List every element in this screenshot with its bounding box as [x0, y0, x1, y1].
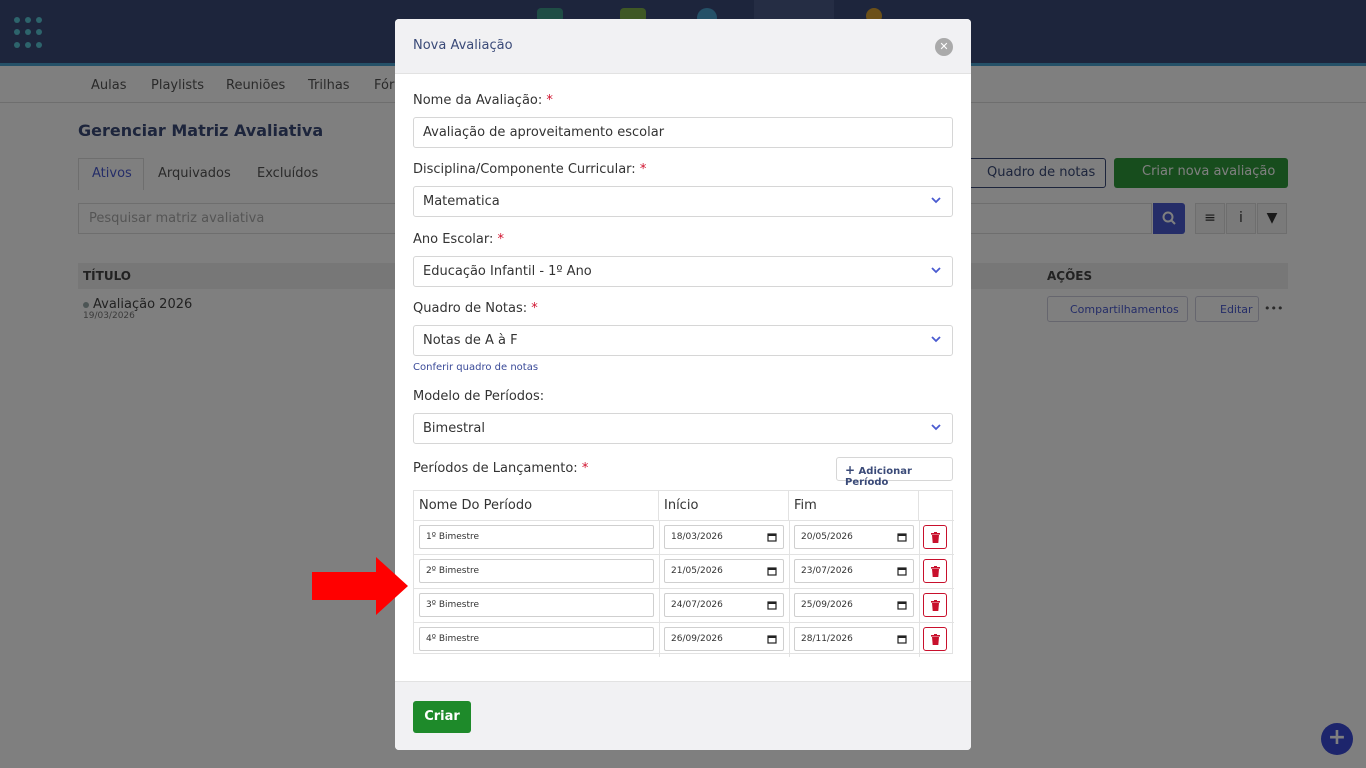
- chevron-down-icon: [930, 333, 942, 345]
- ano-escolar-value: Educação Infantil - 1º Ano: [423, 264, 592, 279]
- disciplina-label: Disciplina/Componente Curricular: *: [413, 162, 646, 177]
- modal-title: Nova Avaliação: [413, 38, 513, 53]
- adicionar-periodo-label: Adicionar Período: [845, 466, 912, 488]
- periodo-fim-value: 20/05/2026: [801, 532, 853, 542]
- periodo-inicio-value: 24/07/2026: [671, 600, 723, 610]
- column-header-fim: Fim: [789, 491, 919, 521]
- periodo-inicio-date[interactable]: 18/03/2026: [664, 525, 784, 549]
- column-header-nome: Nome Do Período: [414, 491, 659, 521]
- calendar-icon[interactable]: [767, 634, 777, 647]
- required-mark: *: [497, 232, 505, 247]
- periodo-row: 1º Bimestre 18/03/2026 20/05/2026: [414, 521, 954, 555]
- criar-button[interactable]: Criar: [413, 701, 471, 733]
- ano-escolar-label: Ano Escolar: *: [413, 232, 504, 247]
- modelo-periodos-value: Bimestral: [423, 421, 485, 436]
- calendar-icon[interactable]: [767, 600, 777, 613]
- periodo-fim-date[interactable]: 25/09/2026: [794, 593, 914, 617]
- nome-avaliacao-input[interactable]: Avaliação de aproveitamento escolar: [413, 117, 953, 148]
- required-mark: *: [581, 461, 589, 476]
- plus-icon: +: [845, 463, 856, 477]
- periodo-fim-date[interactable]: 23/07/2026: [794, 559, 914, 583]
- periodo-inicio-date[interactable]: 26/09/2026: [664, 627, 784, 651]
- nome-label: Nome da Avaliação: *: [413, 93, 553, 108]
- nome-avaliacao-value: Avaliação de aproveitamento escolar: [423, 125, 665, 140]
- chevron-down-icon: [930, 421, 942, 433]
- calendar-icon[interactable]: [897, 634, 907, 647]
- periodo-inicio-value: 18/03/2026: [671, 532, 723, 542]
- periodo-nome-value: 1º Bimestre: [426, 532, 480, 542]
- disciplina-value: Matematica: [423, 194, 500, 209]
- calendar-icon[interactable]: [897, 566, 907, 579]
- periodo-inicio-date[interactable]: 21/05/2026: [664, 559, 784, 583]
- annotation-arrow-icon: [312, 557, 408, 615]
- quadro-notas-value: Notas de A à F: [423, 333, 518, 348]
- modelo-periodos-select[interactable]: Bimestral: [413, 413, 953, 444]
- quadro-label-text: Quadro de Notas:: [413, 301, 528, 316]
- quadro-notas-select[interactable]: Notas de A à F: [413, 325, 953, 356]
- periodo-nome-input[interactable]: 4º Bimestre: [419, 627, 654, 651]
- delete-periodo-button[interactable]: [923, 627, 947, 651]
- column-header-actions: [919, 491, 954, 521]
- calendar-icon[interactable]: [897, 532, 907, 545]
- column-header-inicio: Início: [659, 491, 789, 521]
- calendar-icon[interactable]: [767, 532, 777, 545]
- periodo-inicio-value: 21/05/2026: [671, 566, 723, 576]
- quadro-notas-label: Quadro de Notas: *: [413, 301, 538, 316]
- periodo-nome-value: 2º Bimestre: [426, 566, 480, 576]
- periodo-nome-value: 3º Bimestre: [426, 600, 480, 610]
- periodos-label-text: Períodos de Lançamento:: [413, 461, 578, 476]
- chevron-down-icon: [930, 194, 942, 206]
- delete-periodo-button[interactable]: [923, 593, 947, 617]
- periodos-lancamento-label: Períodos de Lançamento: *: [413, 461, 588, 476]
- periodo-inicio-date[interactable]: 24/07/2026: [664, 593, 784, 617]
- modal-footer: Criar: [395, 681, 971, 750]
- required-mark: *: [546, 93, 553, 108]
- disciplina-label-text: Disciplina/Componente Curricular:: [413, 162, 636, 177]
- calendar-icon[interactable]: [767, 566, 777, 579]
- delete-periodo-button[interactable]: [923, 525, 947, 549]
- required-mark: *: [531, 301, 538, 316]
- periodo-fim-date[interactable]: 20/05/2026: [794, 525, 914, 549]
- trash-icon: [931, 600, 940, 611]
- periodos-table: Nome Do Período Início Fim 1º Bimestre 1…: [413, 490, 954, 657]
- conferir-quadro-link[interactable]: Conferir quadro de notas: [413, 362, 538, 373]
- periodo-nome-input[interactable]: 2º Bimestre: [419, 559, 654, 583]
- required-mark: *: [639, 162, 647, 177]
- delete-periodo-button[interactable]: [923, 559, 947, 583]
- disciplina-select[interactable]: Matematica: [413, 186, 953, 217]
- ano-escolar-select[interactable]: Educação Infantil - 1º Ano: [413, 256, 953, 287]
- periodo-row: 2º Bimestre 21/05/2026 23/07/2026: [414, 555, 954, 589]
- adicionar-periodo-button[interactable]: + Adicionar Período: [836, 457, 953, 488]
- periodo-fim-value: 23/07/2026: [801, 566, 853, 576]
- nova-avaliacao-modal: Nova Avaliação ✕ Nome da Avaliação: * Av…: [395, 19, 971, 750]
- periodo-nome-value: 4º Bimestre: [426, 634, 480, 644]
- periodo-row: 4º Bimestre 26/09/2026 28/11/2026: [414, 623, 954, 657]
- modelo-periodos-label: Modelo de Períodos:: [413, 389, 545, 404]
- ano-label-text: Ano Escolar:: [413, 232, 494, 247]
- close-icon[interactable]: ✕: [935, 38, 953, 56]
- periodo-row: 3º Bimestre 24/07/2026 25/09/2026: [414, 589, 954, 623]
- periodo-nome-input[interactable]: 1º Bimestre: [419, 525, 654, 549]
- nome-label-text: Nome da Avaliação:: [413, 93, 543, 108]
- periodo-fim-value: 28/11/2026: [801, 634, 853, 644]
- trash-icon: [931, 566, 940, 577]
- modal-header: Nova Avaliação ✕: [395, 19, 971, 74]
- trash-icon: [931, 532, 940, 543]
- calendar-icon[interactable]: [897, 600, 907, 613]
- periodo-fim-date[interactable]: 28/11/2026: [794, 627, 914, 651]
- chevron-down-icon: [930, 264, 942, 276]
- periodo-nome-input[interactable]: 3º Bimestre: [419, 593, 654, 617]
- periodo-fim-value: 25/09/2026: [801, 600, 853, 610]
- periodo-inicio-value: 26/09/2026: [671, 634, 723, 644]
- trash-icon: [931, 634, 940, 645]
